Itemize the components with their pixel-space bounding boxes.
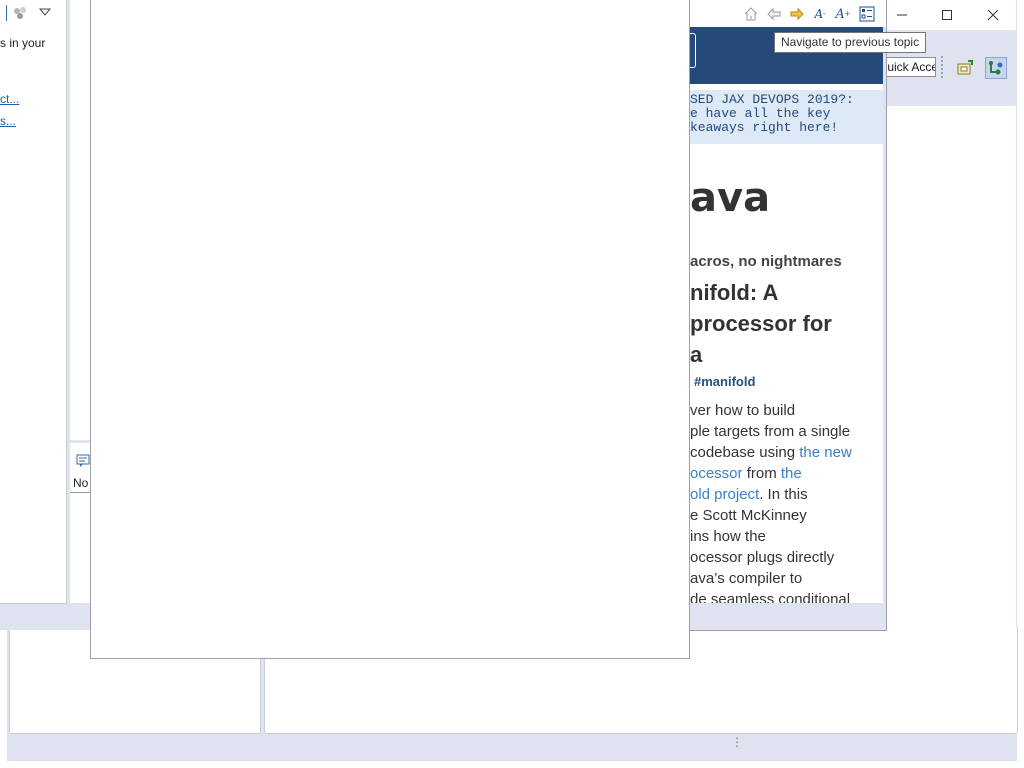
outline-pane	[70, 0, 90, 603]
help-content-area: SED JAX DEVOPS 2019?: e have all the key k…	[690, 27, 883, 603]
manifold-project-link[interactable]: the	[781, 465, 802, 482]
toolbar-separator	[941, 56, 945, 78]
collaborate-icon[interactable]	[12, 5, 28, 24]
no-tasks-text: No	[73, 476, 89, 490]
article-subtitle: acros, no nightmares	[690, 253, 842, 270]
cheatsheet-pane	[0, 0, 67, 604]
tooltip: Navigate to previous topic	[774, 32, 927, 53]
article-body: ver how to build ple targets from a sing…	[690, 402, 852, 603]
intro-text: s in your	[0, 36, 46, 50]
samples-link[interactable]: s...	[0, 114, 16, 128]
tasks-underline	[70, 492, 90, 493]
pane-separator[interactable]	[69, 440, 90, 443]
forward-arrow-icon[interactable]	[787, 5, 807, 23]
home-icon[interactable]	[741, 5, 761, 23]
manifold-project-link-cont[interactable]: old project	[690, 486, 759, 503]
status-bar-grip[interactable]: ⋮	[731, 736, 743, 748]
view-menu-chevron-down-icon[interactable]	[38, 6, 52, 20]
java-perspective-icon[interactable]	[985, 57, 1007, 79]
status-bar	[8, 735, 1016, 760]
open-perspective-icon[interactable]	[955, 58, 975, 78]
font-increase-icon[interactable]: A +	[833, 5, 853, 23]
create-project-link[interactable]: ct...	[0, 92, 19, 106]
font-decrease-icon[interactable]: A-	[810, 5, 830, 23]
article-tag[interactable]: #manifold	[694, 374, 755, 389]
blank-window[interactable]	[90, 0, 690, 659]
editor-area	[886, 83, 1016, 633]
quick-access-field[interactable]: Quick Access	[886, 57, 936, 77]
maximize-icon[interactable]	[925, 4, 969, 26]
header-search-box[interactable]	[690, 33, 696, 68]
preprocessor-link[interactable]: the new	[799, 444, 852, 461]
show-in-toc-icon[interactable]	[857, 5, 877, 23]
tasks-view-icon[interactable]	[76, 454, 90, 471]
back-arrow-icon[interactable]	[764, 5, 784, 23]
promo-banner-text[interactable]: SED JAX DEVOPS 2019?: e have all the key k…	[690, 93, 854, 135]
topic-title: ava	[690, 175, 771, 221]
article-title[interactable]: nifold: A processor for a	[690, 277, 883, 370]
pane-edge-marker	[0, 5, 7, 21]
close-icon[interactable]	[971, 4, 1015, 26]
preprocessor-link-cont[interactable]: ocessor	[690, 465, 743, 482]
